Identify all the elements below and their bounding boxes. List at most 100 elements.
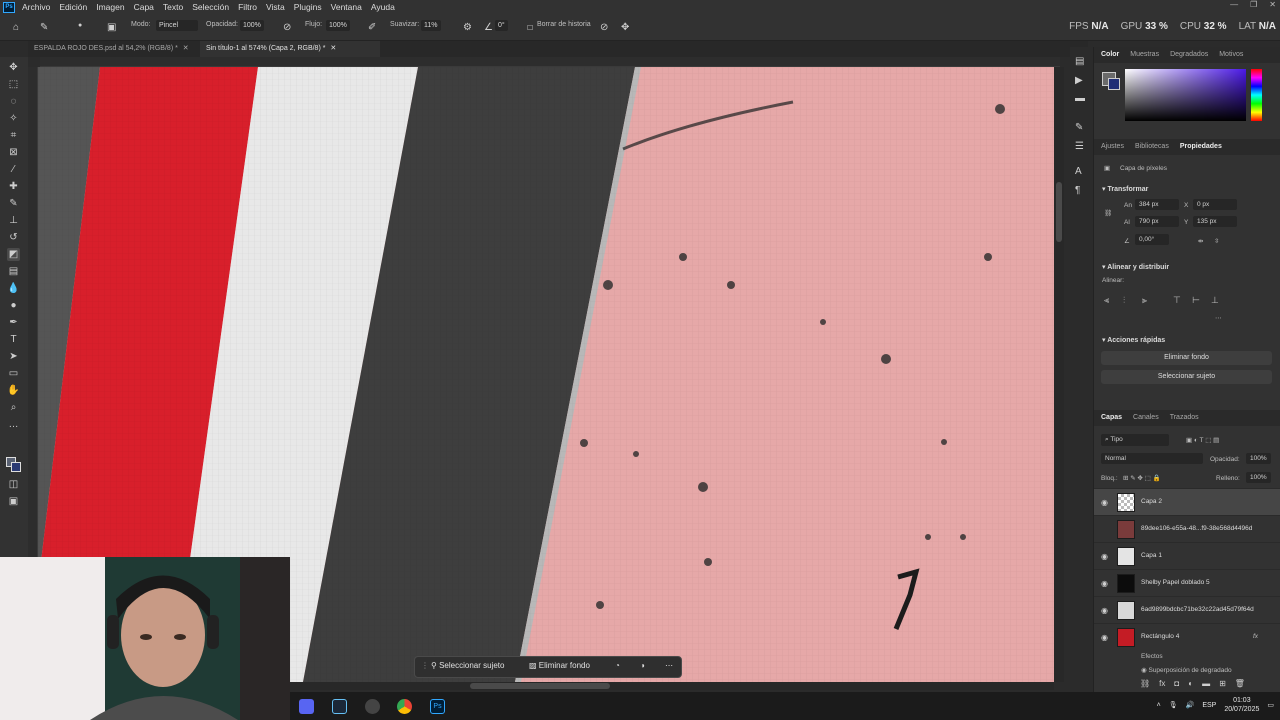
character-panel-icon[interactable]: A [1075, 167, 1082, 177]
layer-row[interactable]: 89dee106-e55a-48...f9-38e568d4496d [1094, 515, 1280, 542]
home-icon[interactable]: ⌂ [13, 23, 19, 33]
opacity-input[interactable]: 100% [240, 20, 264, 31]
tab-canales[interactable]: Canales [1133, 414, 1159, 422]
add-mask-icon[interactable]: ◘ [1174, 679, 1179, 688]
lock-icons[interactable]: ⊞ ✎ ✥ ⬚ 🔒 [1123, 474, 1161, 482]
obs-icon[interactable] [365, 699, 380, 714]
width-input[interactable]: 384 px [1135, 199, 1179, 210]
tab-trazados[interactable]: Trazados [1170, 414, 1199, 422]
delete-layer-icon[interactable]: 🗑 [1235, 679, 1245, 688]
mask-icon[interactable]: ◔ [615, 661, 620, 670]
marquee-tool-icon[interactable]: ⬚ [7, 78, 20, 91]
opacity-input[interactable]: 100% [1246, 453, 1271, 464]
dodge-tool-icon[interactable]: ● [7, 299, 20, 312]
gear-icon[interactable]: ⚙ [463, 23, 472, 33]
y-input[interactable]: 135 px [1193, 216, 1237, 227]
adjust-panel-icon[interactable]: ☰ [1075, 142, 1084, 152]
remove-background-button[interactable]: ▨ Eliminar fondo [529, 661, 590, 670]
healing-tool-icon[interactable]: ✚ [7, 180, 20, 193]
menu-seleccion[interactable]: Selección [192, 2, 229, 12]
tab-muestras[interactable]: Muestras [1130, 51, 1159, 59]
menu-archivo[interactable]: Archivo [22, 2, 50, 12]
close-icon[interactable]: ✕ [330, 45, 336, 52]
menu-imagen[interactable]: Imagen [96, 2, 124, 12]
select-subject-button[interactable]: Seleccionar sujeto [1101, 370, 1272, 384]
tab-espalda-rojo[interactable]: ESPALDA ROJO DES.psd al 54,2% (RGB/8) * … [28, 41, 202, 57]
adjustment-layer-icon[interactable]: ◐ [1188, 679, 1193, 688]
effect-row[interactable]: ◉ Superposición de degradado [1141, 666, 1232, 674]
tab-capas[interactable]: Capas [1101, 414, 1122, 422]
layer-row[interactable]: ◉ Capa 2 [1094, 488, 1280, 515]
screen-mode-icon[interactable]: ▣ [7, 495, 20, 508]
brush-tool-icon[interactable]: ✎ [7, 197, 20, 210]
zoom-tool-icon[interactable]: ⌕ [7, 401, 20, 414]
comments-panel-icon[interactable]: ▬ [1075, 94, 1085, 104]
align-middle-v-icon[interactable]: ⊢ [1192, 295, 1200, 306]
flip-horizontal-icon[interactable]: ⇹ [1198, 237, 1203, 245]
chrome-icon[interactable] [397, 699, 412, 714]
select-subject-button[interactable]: ⚲ Seleccionar sujeto [431, 661, 504, 670]
type-tool-icon[interactable]: T [7, 333, 20, 346]
eraser-tool-icon[interactable]: ◩ [7, 248, 20, 261]
group-icon[interactable]: ▬ [1202, 679, 1210, 688]
more-options-icon[interactable]: ⋯ [665, 661, 673, 670]
smoothing-input[interactable]: 11% [421, 20, 441, 31]
tab-ajustes[interactable]: Ajustes [1101, 143, 1124, 151]
gradient-tool-icon[interactable]: ▤ [7, 265, 20, 278]
brush-panel-icon[interactable]: ✎ [1075, 123, 1083, 133]
new-layer-icon[interactable]: ⊞ [1219, 679, 1226, 688]
frame-tool-icon[interactable]: ⊠ [7, 146, 20, 159]
layer-row[interactable]: ◉ Shelby Papel doblado 5 [1094, 569, 1280, 596]
brush-settings-icon[interactable]: ▣ [107, 23, 116, 33]
restore-icon[interactable]: ❐ [1250, 0, 1257, 9]
horizontal-scroll-thumb[interactable] [470, 683, 610, 689]
tab-propiedades[interactable]: Propiedades [1180, 143, 1222, 151]
vertical-scroll-thumb[interactable] [1056, 182, 1062, 242]
mode-select[interactable]: Pincel [156, 20, 198, 31]
menu-edicion[interactable]: Edición [59, 2, 87, 12]
quick-actions-header[interactable]: ▾ Acciones rápidas [1102, 336, 1165, 344]
pressure-opacity-icon[interactable]: ⊘ [283, 23, 291, 33]
layer-row[interactable]: ◉ Capa 1 [1094, 542, 1280, 569]
history-checkbox[interactable]: ☐ [527, 24, 533, 34]
align-header[interactable]: ▾ Alinear y distribuir [1102, 263, 1169, 271]
discord-icon[interactable] [299, 699, 314, 714]
clock[interactable]: 01:03 20/07/2025 [1224, 696, 1259, 714]
shape-tool-icon[interactable]: ▭ [7, 367, 20, 380]
align-top-icon[interactable]: ⊤ [1173, 295, 1181, 306]
eye-icon[interactable]: ◉ [1101, 606, 1108, 615]
eye-icon[interactable]: ◉ [1101, 633, 1108, 642]
more-tools-icon[interactable]: … [7, 418, 20, 431]
menu-ventana[interactable]: Ventana [331, 2, 362, 12]
menu-ayuda[interactable]: Ayuda [371, 2, 395, 12]
pressure-size-icon[interactable]: ⊘ [600, 23, 608, 33]
stamp-tool-icon[interactable]: ⊥ [7, 214, 20, 227]
history-panel-icon[interactable]: ▤ [1075, 57, 1084, 67]
vertical-scrollbar[interactable] [1054, 67, 1064, 682]
chevron-up-icon[interactable]: ˄ [1157, 702, 1161, 709]
close-icon[interactable]: ✕ [183, 45, 189, 52]
eraser-tool-icon[interactable]: ✎ [40, 23, 48, 33]
align-center-h-icon[interactable]: ⫶ [1123, 295, 1125, 306]
quick-mask-icon[interactable]: ◫ [7, 478, 20, 491]
move-tool-icon[interactable]: ✥ [7, 61, 20, 74]
path-select-icon[interactable]: ➤ [7, 350, 20, 363]
history-brush-icon[interactable]: ↺ [7, 231, 20, 244]
layer-row[interactable]: ◉ Rectángulo 4 fx [1094, 623, 1280, 650]
blend-mode-select[interactable]: Normal [1101, 453, 1203, 464]
layer-filter-select[interactable]: ⌕ Tipo [1101, 434, 1169, 446]
hue-slider[interactable] [1251, 69, 1262, 121]
tab-bibliotecas[interactable]: Bibliotecas [1135, 143, 1169, 151]
menu-texto[interactable]: Texto [163, 2, 183, 12]
angle-input[interactable]: 0° [495, 20, 508, 31]
photoshop-taskbar-icon[interactable]: Ps [430, 699, 445, 714]
x-input[interactable]: 0 px [1193, 199, 1237, 210]
align-bottom-icon[interactable]: ⊥ [1211, 295, 1219, 306]
menu-vista[interactable]: Vista [266, 2, 285, 12]
adjust-icon[interactable]: ◑ [640, 661, 645, 670]
align-right-icon[interactable]: ⫸ [1142, 295, 1147, 306]
tab-degradados[interactable]: Degradados [1170, 51, 1208, 59]
link-layers-icon[interactable]: ⛓ [1140, 679, 1150, 688]
fx-icon[interactable]: fx [1159, 679, 1165, 688]
brush-preset-icon[interactable]: ● [78, 21, 82, 31]
